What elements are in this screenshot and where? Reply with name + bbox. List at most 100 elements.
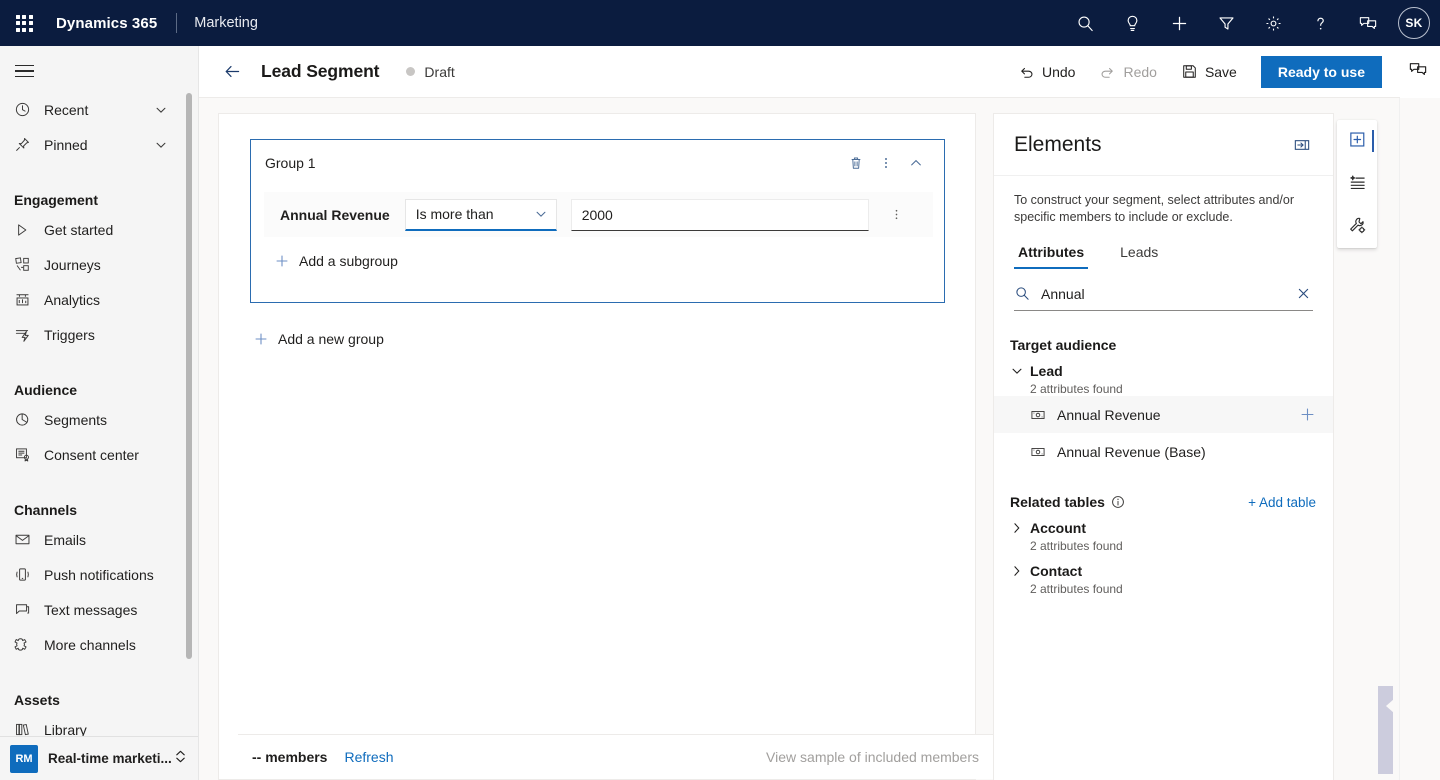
sidebar-item-more-channels[interactable]: More channels <box>0 627 198 662</box>
undo-button[interactable]: Undo <box>1008 56 1085 88</box>
rail-button-starred-list[interactable] <box>1337 163 1377 206</box>
sidebar-item-label: Analytics <box>44 292 100 308</box>
rail-button-settings-tool[interactable] <box>1337 206 1377 249</box>
sidebar-group-header: Audience <box>0 364 198 398</box>
app-name-label[interactable]: Marketing <box>194 15 258 31</box>
sidebar-item-text-messages[interactable]: Text messages <box>0 592 198 627</box>
condition-operator-dropdown[interactable]: Is more than <box>405 199 557 231</box>
save-button[interactable]: Save <box>1171 56 1247 88</box>
chevron-updown-icon <box>174 749 187 769</box>
attribute-item-annual-revenue-base[interactable]: Annual Revenue (Base) <box>994 433 1333 470</box>
add-table-link[interactable]: + Add table <box>1248 495 1316 510</box>
chevron-up-icon[interactable] <box>901 148 931 178</box>
group-header: Group 1 <box>251 140 944 186</box>
more-vertical-icon[interactable] <box>871 148 901 178</box>
sidebar-item-emails[interactable]: Emails <box>0 522 198 557</box>
add-new-group-button[interactable]: Add a new group <box>250 322 394 356</box>
collapse-panel-icon[interactable] <box>1287 130 1317 160</box>
chevron-down-icon[interactable] <box>154 138 168 152</box>
sidebar-group-header: Channels <box>0 484 198 518</box>
target-table-lead-row[interactable]: Lead <box>1010 363 1333 379</box>
search-icon <box>1014 285 1031 302</box>
elements-panel: Elements To construct your segment, sele… <box>993 113 1334 780</box>
sidebar-scrollbar[interactable] <box>186 93 192 707</box>
sidebar-item-consent-center[interactable]: Consent center <box>0 437 198 472</box>
rail-button-add-element[interactable] <box>1337 120 1377 163</box>
lightbulb-icon[interactable] <box>1109 0 1156 46</box>
tab-attributes[interactable]: Attributes <box>1014 244 1088 269</box>
panel-resize-handle[interactable] <box>1378 686 1393 774</box>
triggers-icon <box>14 326 44 343</box>
related-table-account-row[interactable]: Account <box>1010 520 1333 536</box>
tab-leads[interactable]: Leads <box>1116 244 1162 269</box>
trash-icon[interactable] <box>841 148 871 178</box>
clear-icon[interactable] <box>1296 286 1313 301</box>
info-icon[interactable] <box>1111 495 1125 509</box>
sidebar-item-label: More channels <box>44 637 136 653</box>
add-subgroup-label: Add a subgroup <box>299 253 398 269</box>
question-icon[interactable] <box>1297 0 1344 46</box>
sidebar-item-recent[interactable]: Recent <box>0 92 198 127</box>
chevron-down-icon <box>1010 364 1030 378</box>
email-icon <box>14 531 44 548</box>
gear-icon[interactable] <box>1250 0 1297 46</box>
plus-icon[interactable] <box>1299 406 1316 423</box>
segments-icon <box>14 411 44 428</box>
redo-button[interactable]: Redo <box>1089 56 1166 88</box>
condition-value-input[interactable]: 2000 <box>571 199 869 231</box>
sidebar-item-journeys[interactable]: Journeys <box>0 247 198 282</box>
condition-row: Annual Revenue Is more than 2000 <box>264 192 933 237</box>
attribute-search-input[interactable]: Annual <box>1014 277 1313 311</box>
sidebar-item-pinned[interactable]: Pinned <box>0 127 198 162</box>
condition-value-text: 2000 <box>582 207 613 223</box>
elements-panel-tabs: Attributes Leads <box>994 244 1333 269</box>
attribute-item-annual-revenue[interactable]: Annual Revenue <box>994 396 1333 433</box>
related-table-contact-row[interactable]: Contact <box>1010 563 1333 579</box>
sidebar-item-segments[interactable]: Segments <box>0 402 198 437</box>
area-badge: RM <box>10 745 38 773</box>
chevron-right-icon <box>1010 521 1030 535</box>
sidebar-item-label: Get started <box>44 222 113 238</box>
starred-list-icon <box>1348 173 1367 197</box>
sidebar-item-analytics[interactable]: Analytics <box>0 282 198 317</box>
view-sample-link[interactable]: View sample of included members <box>766 749 979 765</box>
sidebar-group-header: Engagement <box>0 174 198 208</box>
search-icon[interactable] <box>1062 0 1109 46</box>
refresh-link[interactable]: Refresh <box>344 749 393 765</box>
area-switcher[interactable]: RM Real-time marketi... <box>0 736 199 780</box>
ready-to-use-button[interactable]: Ready to use <box>1261 56 1382 88</box>
hamburger-icon <box>15 61 34 81</box>
feedback-chat-icon[interactable] <box>1402 53 1434 85</box>
sidebar-item-label: Consent center <box>44 447 139 463</box>
command-bar-actions: Undo Redo Save Ready to use <box>1004 56 1400 88</box>
back-arrow-icon[interactable] <box>211 52 253 92</box>
sidebar-item-push-notifications[interactable]: Push notifications <box>0 557 198 592</box>
sidebar-item-triggers[interactable]: Triggers <box>0 317 198 352</box>
chevron-down-icon[interactable] <box>154 103 168 117</box>
filter-icon[interactable] <box>1203 0 1250 46</box>
site-map-toggle-button[interactable] <box>0 50 48 92</box>
brand-label[interactable]: Dynamics 365 <box>56 15 157 32</box>
condition-row-more-icon[interactable] <box>883 200 911 230</box>
sidebar-item-label: Journeys <box>44 257 101 273</box>
sidebar-scroll-thumb[interactable] <box>186 93 192 659</box>
status-dot-icon <box>406 67 415 76</box>
play-icon <box>14 222 44 238</box>
save-label: Save <box>1205 64 1237 80</box>
rail-active-indicator <box>1372 130 1375 152</box>
target-table-count: 2 attributes found <box>1010 382 1333 396</box>
plus-icon[interactable] <box>1156 0 1203 46</box>
redo-label: Redo <box>1123 64 1156 80</box>
target-table-name: Lead <box>1030 363 1063 379</box>
chevron-down-icon <box>534 207 548 221</box>
add-subgroup-button[interactable]: Add a subgroup <box>264 244 408 278</box>
sidebar-item-get-started[interactable]: Get started <box>0 212 198 247</box>
currency-icon <box>1030 407 1046 423</box>
message-icon <box>14 601 44 618</box>
add-new-group-label: Add a new group <box>278 331 384 347</box>
feedback-icon[interactable] <box>1344 0 1391 46</box>
sidebar-group-header: Assets <box>0 674 198 708</box>
avatar[interactable]: SK <box>1398 7 1430 39</box>
redo-icon <box>1099 63 1116 80</box>
app-launcher-button[interactable] <box>0 0 48 46</box>
